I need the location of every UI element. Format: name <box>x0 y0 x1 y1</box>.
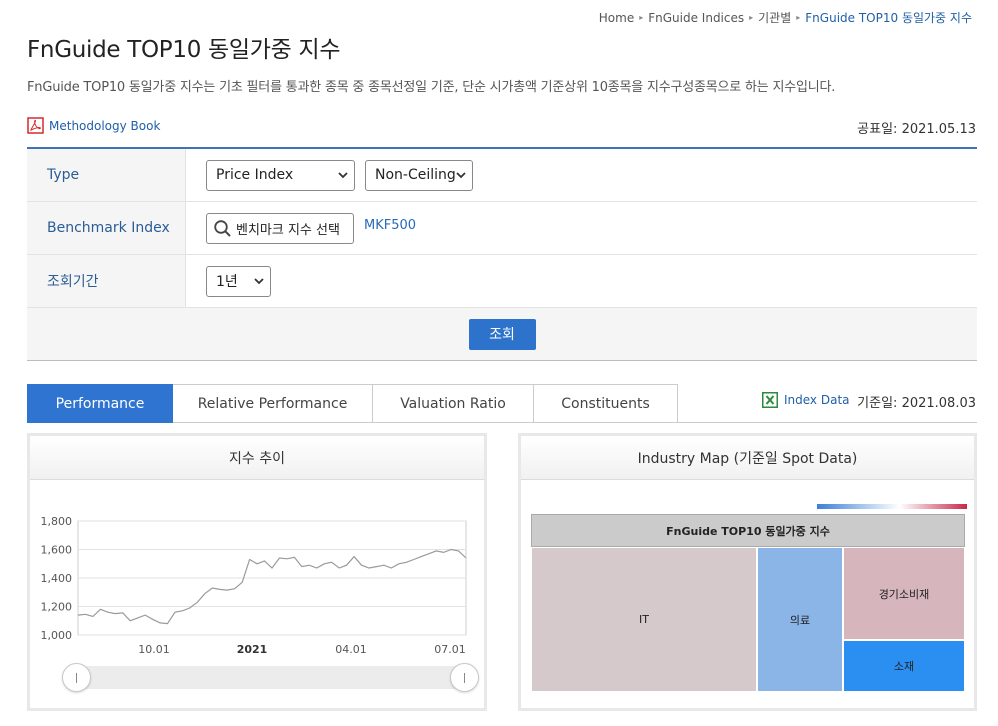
index-data-link[interactable]: Index Data <box>762 392 850 408</box>
tab-divider <box>678 422 977 423</box>
filter-row-type: Type Price Index Non-Ceiling <box>27 149 977 202</box>
period-field: 1년 <box>186 255 977 307</box>
y-tick-label: 1,800 <box>41 515 73 528</box>
range-slider-right-handle[interactable] <box>450 663 479 692</box>
page-title: FnGuide TOP10 동일가중 지수 <box>27 37 341 63</box>
tab-constituents[interactable]: Constituents <box>534 384 678 423</box>
benchmark-selected-value[interactable]: MKF500 <box>364 218 416 233</box>
search-icon <box>214 219 231 237</box>
filter-row-period: 조회기간 1년 <box>27 255 977 308</box>
index-trend-title: 지수 추이 <box>30 436 484 480</box>
breadcrumb-current: FnGuide TOP10 동일가중 지수 <box>805 11 972 25</box>
filter-row-benchmark: Benchmark Index 벤치마크 지수 선택 MKF500 <box>27 202 977 255</box>
treemap-cell-it[interactable]: IT <box>531 547 757 692</box>
chevron-right-icon: ▸ <box>749 13 754 22</box>
breadcrumb-fnguide-indices[interactable]: FnGuide Indices <box>648 11 744 25</box>
chevron-down-icon <box>254 278 264 285</box>
chevron-right-icon: ▸ <box>796 13 801 22</box>
type-select-value: Price Index <box>216 167 294 183</box>
benchmark-label: Benchmark Index <box>27 202 186 254</box>
period-select-value: 1년 <box>216 274 238 290</box>
benchmark-placeholder: 벤치마크 지수 선택 <box>236 222 340 238</box>
filter-action-bar: 조회 <box>27 308 977 360</box>
breadcrumb-by-institution[interactable]: 기관별 <box>758 9 791 26</box>
tab-performance[interactable]: Performance <box>27 384 173 423</box>
chevron-right-icon: ▸ <box>639 13 644 22</box>
period-label: 조회기간 <box>27 255 186 307</box>
ceiling-select[interactable]: Non-Ceiling <box>365 159 473 191</box>
range-slider-left-handle[interactable] <box>62 663 91 692</box>
y-tick-label: 1,600 <box>41 544 73 557</box>
treemap-cell-materials[interactable]: 소재 <box>843 640 965 692</box>
breadcrumb: Home ▸ FnGuide Indices ▸ 기관별 ▸ FnGuide T… <box>599 9 972 26</box>
type-label: Type <box>27 149 186 201</box>
grip-icon <box>76 672 77 683</box>
tab-bar: Performance Relative Performance Valuati… <box>27 384 678 423</box>
treemap-cell-consumer-discretionary[interactable]: 경기소비재 <box>843 547 965 640</box>
ceiling-select-value: Non-Ceiling <box>375 167 456 183</box>
excel-icon <box>762 392 778 408</box>
tab-valuation-ratio[interactable]: Valuation Ratio <box>373 384 534 423</box>
benchmark-search-input[interactable]: 벤치마크 지수 선택 <box>206 212 354 244</box>
publish-date: 공표일: 2021.05.13 <box>857 122 976 137</box>
chevron-down-icon <box>338 172 348 179</box>
pdf-icon <box>27 117 44 134</box>
y-tick-label: 1,000 <box>41 629 73 642</box>
search-submit-button[interactable]: 조회 <box>468 318 536 350</box>
chevron-down-icon <box>456 172 466 179</box>
index-data-label: Index Data <box>784 393 850 407</box>
page-description: FnGuide TOP10 동일가중 지수는 기초 필터를 통과한 종목 중 종… <box>27 80 836 95</box>
filter-panel: Type Price Index Non-Ceiling Benchmark I… <box>27 147 977 361</box>
index-trend-panel: 지수 추이 1,800 1,600 1,400 1,200 1,000 10.01 2021… <box>27 433 487 711</box>
x-tick-label: 07.01 <box>434 643 466 653</box>
period-select[interactable]: 1년 <box>206 265 271 297</box>
y-tick-label: 1,200 <box>41 601 73 614</box>
benchmark-field: 벤치마크 지수 선택 MKF500 <box>186 202 977 254</box>
methodology-book-label: Methodology Book <box>49 118 161 133</box>
treemap-cell-healthcare[interactable]: 의료 <box>757 547 843 692</box>
x-tick-label: 2021 <box>237 643 268 653</box>
index-trend-chart: 1,800 1,600 1,400 1,200 1,000 10.01 2021 04.01 0… <box>41 515 467 653</box>
color-scale-legend <box>817 504 967 509</box>
industry-treemap: FnGuide TOP10 동일가중 지수 IT 의료 경기소비재 소재 <box>531 514 965 692</box>
treemap-header: FnGuide TOP10 동일가중 지수 <box>531 514 965 547</box>
methodology-book-link[interactable]: Methodology Book <box>27 117 160 134</box>
range-slider-track[interactable] <box>76 666 466 689</box>
breadcrumb-home[interactable]: Home <box>599 11 634 25</box>
tab-relative-performance[interactable]: Relative Performance <box>173 384 373 423</box>
x-tick-label: 04.01 <box>335 643 367 653</box>
type-field: Price Index Non-Ceiling <box>186 149 977 201</box>
y-tick-label: 1,400 <box>41 572 73 585</box>
type-select[interactable]: Price Index <box>206 159 355 191</box>
grip-icon <box>464 672 465 683</box>
industry-map-title: Industry Map (기준일 Spot Data) <box>521 436 974 480</box>
base-date: 기준일: 2021.08.03 <box>857 396 976 411</box>
industry-map-panel: Industry Map (기준일 Spot Data) FnGuide TOP… <box>518 433 977 711</box>
x-tick-label: 10.01 <box>138 643 170 653</box>
